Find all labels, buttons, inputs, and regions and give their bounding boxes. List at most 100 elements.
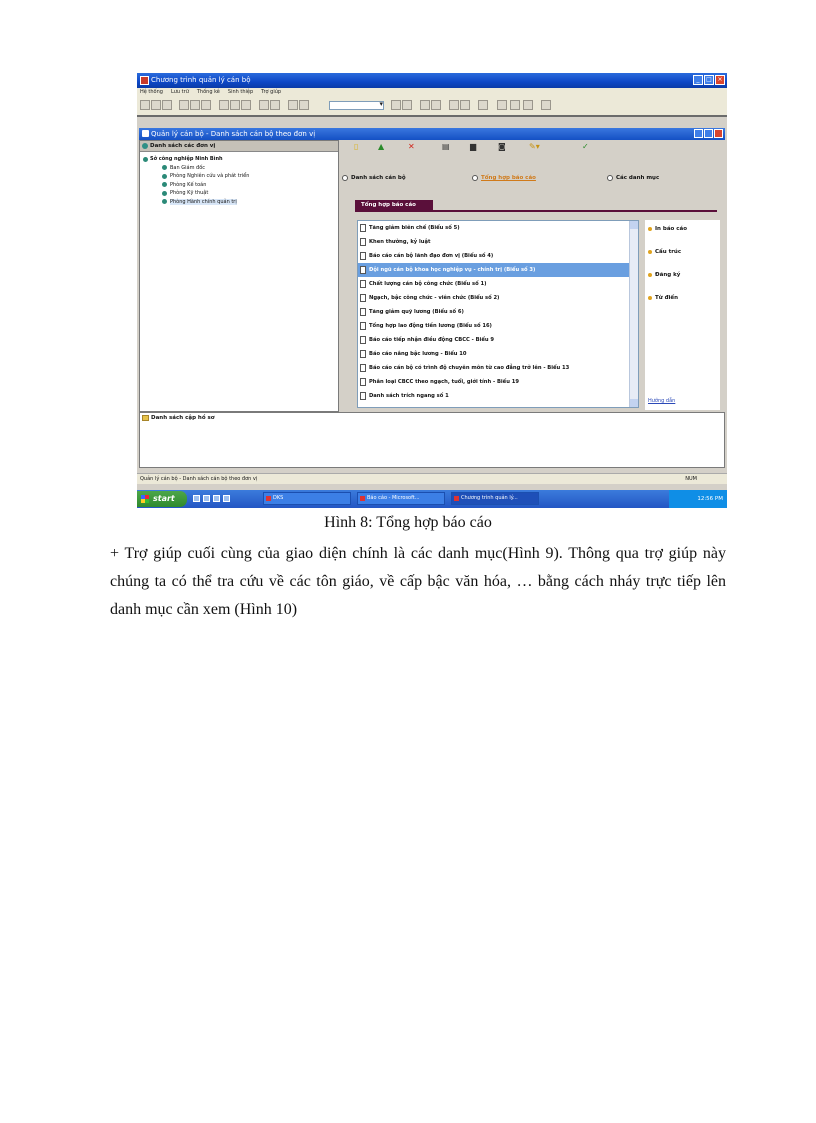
menu-item[interactable]: Sinh thiệp (228, 88, 253, 97)
report-action-link[interactable]: Đăng ký (648, 272, 680, 278)
report-list-scrollbar[interactable] (629, 221, 638, 407)
menu-bar: Hệ thống Lưu trữ Thống kê Sinh thiệp Trợ giú… (137, 88, 727, 97)
report-item[interactable]: Khen thưởng, kỷ luật (358, 235, 638, 249)
tree-node[interactable]: Ban Giám đốc (140, 164, 338, 173)
arrow-icon[interactable] (541, 100, 551, 110)
binoculars-icon[interactable] (420, 100, 430, 110)
unit-icon (162, 190, 167, 196)
check-icon[interactable]: ✓ (582, 142, 589, 152)
taskbar: start DKS Báo cáo - Microsoft... Chương tr… (137, 490, 727, 508)
menu-item[interactable]: Hệ thống (140, 88, 163, 97)
tree-node[interactable]: Phòng Hành chính quản trị (140, 198, 338, 207)
info-icon[interactable] (299, 100, 309, 110)
menu-item[interactable]: Thống kê (197, 88, 220, 97)
scroll-down-icon[interactable] (630, 399, 638, 407)
child-minimize-icon[interactable] (694, 129, 703, 138)
report-item[interactable]: Báo cáo cán bộ có trình độ chuyên môn từ… (358, 361, 638, 375)
view-radio[interactable]: Tổng hợp báo cáo (472, 174, 536, 183)
close-icon[interactable]: × (715, 75, 725, 85)
tab-report-summary[interactable]: Tổng hợp báo cáo (355, 200, 433, 210)
sort-asc-icon[interactable] (391, 100, 401, 110)
search-binoculars-icon[interactable]: ◙ (498, 142, 506, 152)
grid-icon[interactable] (449, 100, 459, 110)
report-action-link[interactable]: In báo cáo (648, 226, 687, 232)
help-icon[interactable] (288, 100, 298, 110)
report-action-link[interactable]: Cấu trúc (648, 249, 681, 255)
exit-icon[interactable] (497, 100, 507, 110)
print-icon[interactable] (219, 100, 229, 110)
child-window-controls (694, 129, 723, 138)
report-item[interactable]: Tăng giảm quỹ lương (Biểu số 6) (358, 305, 638, 319)
paste-icon[interactable] (201, 100, 211, 110)
report-item[interactable]: Tổng hợp lao động tiền lương (Biểu số 16… (358, 319, 638, 333)
globe-icon[interactable] (510, 100, 520, 110)
tree-node[interactable]: Phòng Nghiên cứu và phát triển (140, 172, 338, 181)
child-close-icon[interactable] (714, 129, 723, 138)
quicklaunch-app-icon[interactable] (223, 495, 230, 502)
scroll-up-icon[interactable] (630, 221, 638, 229)
report-toolbar: ▯ ▲ ✕ ▤ ▆ ◙ ✎▾ ✓ (342, 140, 725, 154)
help-link[interactable]: Hướng dẫn (648, 398, 675, 404)
new-record-icon[interactable]: ▯ (354, 142, 358, 152)
report-action-link[interactable]: Từ điển (648, 295, 678, 301)
settings-icon[interactable] (523, 100, 533, 110)
toolbar-combo[interactable] (329, 100, 384, 110)
tree-root-label: Sở công nghiệp Ninh Bình (150, 156, 223, 162)
report-item[interactable]: Ngạch, bậc công chức - viên chức (Biểu s… (358, 291, 638, 305)
clock: 12:56 PM (697, 496, 723, 502)
child-maximize-icon[interactable] (704, 129, 713, 138)
menu-item[interactable]: Lưu trữ (171, 88, 189, 97)
copy-icon[interactable] (190, 100, 200, 110)
view-radio-group: Danh sách cán bộ Tổng hợp báo cáo Các danh… (342, 174, 725, 184)
quicklaunch-desktop-icon[interactable] (193, 495, 200, 502)
app-title-bar: Chương trình quản lý cán bộ _ □ × (137, 73, 727, 88)
key-icon[interactable] (478, 100, 488, 110)
tools-icon[interactable]: ✎▾ (529, 142, 540, 152)
new-icon[interactable] (140, 100, 150, 110)
save-icon[interactable] (162, 100, 172, 110)
menu-item[interactable]: Trợ giúp (261, 88, 281, 97)
preview-icon[interactable] (230, 100, 240, 110)
taskbar-button[interactable]: Báo cáo - Microsoft... (357, 492, 445, 505)
body-paragraph: + Trợ giúp cuối cùng của giao diện chính… (110, 545, 726, 618)
taskbar-button[interactable]: Chương trình quản lý... (451, 492, 539, 505)
undo-icon[interactable] (259, 100, 269, 110)
tree-node[interactable]: Phòng Kế toán (140, 181, 338, 190)
report-item[interactable]: Báo cáo cán bộ lãnh đạo đơn vị (Biểu số … (358, 249, 638, 263)
maximize-icon[interactable]: □ (704, 75, 714, 85)
document-icon[interactable]: ▤ (442, 142, 450, 152)
open-icon[interactable] (151, 100, 161, 110)
report-tabs: Tổng hợp báo cáo (355, 200, 717, 212)
report-item[interactable]: Báo cáo tiếp nhận điều động CBCC - Biểu … (358, 333, 638, 347)
tree-root[interactable]: Sở công nghiệp Ninh Bình (140, 155, 338, 164)
view-radio[interactable]: Các danh mục (607, 174, 659, 183)
tree-node-label: Phòng Hành chính quản trị (170, 198, 237, 205)
view-radio[interactable]: Danh sách cán bộ (342, 174, 406, 183)
quicklaunch-media-icon[interactable] (213, 495, 220, 502)
tree-node-label: Phòng Nghiên cứu và phát triển (170, 173, 250, 179)
start-button[interactable]: start (137, 491, 187, 507)
status-bar: Quản lý cán bộ - Danh sách cán bộ theo đ… (137, 473, 727, 484)
delete-icon[interactable]: ✕ (408, 142, 415, 152)
report-item[interactable]: Đội ngũ cán bộ khoa học nghiệp vụ - chín… (358, 263, 638, 277)
taskbar-button[interactable]: DKS (263, 492, 351, 505)
report-item[interactable]: Tăng giảm biên chế (Biểu số 5) (358, 221, 638, 235)
tree-node-label: Phòng Kế toán (170, 181, 207, 188)
find-icon[interactable] (241, 100, 251, 110)
quicklaunch-ie-icon[interactable] (203, 495, 210, 502)
sort-desc-icon[interactable] (402, 100, 412, 110)
filter-icon[interactable] (431, 100, 441, 110)
report-item[interactable]: Phân loại CBCC theo ngạch, tuổi, giới tí… (358, 375, 638, 389)
redo-icon[interactable] (270, 100, 280, 110)
report-item[interactable]: Danh sách trích ngang số 1 (358, 389, 638, 403)
list-icon[interactable] (460, 100, 470, 110)
tree-icon[interactable]: ▲ (378, 142, 384, 152)
report-item[interactable]: Báo cáo nâng bậc lương - Biểu 10 (358, 347, 638, 361)
screenshot-figure: Chương trình quản lý cán bộ _ □ × Hệ thố… (137, 73, 727, 508)
app-icon (140, 76, 149, 85)
report-item[interactable]: Chất lượng cán bộ công chức (Biểu số 1) (358, 277, 638, 291)
tree-node[interactable]: Phòng Kỹ thuật (140, 189, 338, 198)
cut-icon[interactable] (179, 100, 189, 110)
printer-icon[interactable]: ▆ (470, 142, 476, 152)
minimize-icon[interactable]: _ (693, 75, 703, 85)
